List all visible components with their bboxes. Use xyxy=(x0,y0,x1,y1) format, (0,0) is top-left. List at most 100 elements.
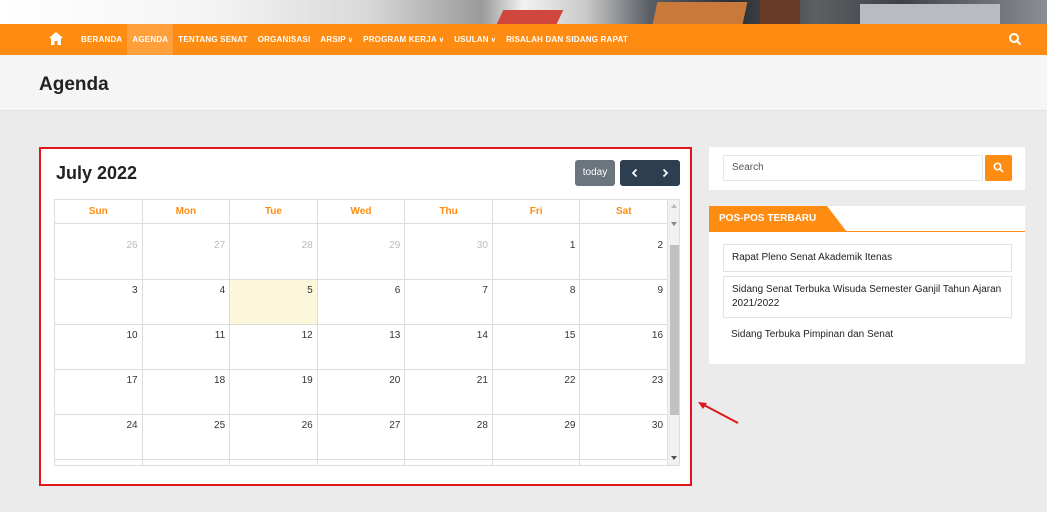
calendar-day[interactable]: 7 xyxy=(405,280,493,324)
day-number: 7 xyxy=(482,285,488,296)
calendar-day[interactable]: 25 xyxy=(143,415,231,459)
post-link[interactable]: Sidang Terbuka Pimpinan dan Senat xyxy=(723,322,1012,348)
chevron-down-icon: ∨ xyxy=(490,37,497,44)
prev-month-button[interactable] xyxy=(620,160,650,186)
day-number: 16 xyxy=(651,330,664,341)
calendar-day[interactable]: 1 xyxy=(493,224,581,279)
nav-menu: BERANDA AGENDA TENTANG SENAT ORGANISASI ARSI… xyxy=(76,24,633,55)
calendar-day[interactable]: 28 xyxy=(405,415,493,459)
search-input[interactable]: Search xyxy=(723,155,983,181)
calendar-day[interactable]: 15 xyxy=(493,325,581,369)
calendar-day[interactable]: 30 xyxy=(580,415,667,459)
calendar-day[interactable]: 11 xyxy=(143,325,231,369)
nav-item-label: USULAN xyxy=(454,35,489,44)
nav-item-organisasi[interactable]: ORGANISASI xyxy=(253,24,316,55)
calendar-day[interactable]: 3 xyxy=(318,460,406,465)
calendar-week-row: 3 4 5 6 7 8 9 xyxy=(55,280,667,325)
calendar-day[interactable]: 14 xyxy=(405,325,493,369)
day-of-week-header: Sun Mon Tue Wed Thu Fri Sat xyxy=(55,200,667,224)
home-icon[interactable] xyxy=(48,32,64,46)
nav-item-usulan[interactable]: USULAN ∨ xyxy=(449,24,501,55)
calendar-day[interactable]: 29 xyxy=(318,224,406,279)
day-header: Fri xyxy=(493,200,581,223)
calendar-day[interactable]: 6 xyxy=(580,460,667,465)
day-number: 23 xyxy=(651,375,664,386)
calendar-scrollbar[interactable] xyxy=(667,200,679,465)
calendar-day[interactable]: 31 xyxy=(55,460,143,466)
calendar-day[interactable]: 19 xyxy=(230,370,318,414)
day-number: 30 xyxy=(651,420,664,431)
day-number: 2 xyxy=(307,465,313,466)
day-number: 13 xyxy=(389,330,401,341)
day-header: Sat xyxy=(615,206,632,217)
calendar-day[interactable]: 12 xyxy=(230,325,318,369)
nav-item-arsip[interactable]: ARSIP ∨ xyxy=(315,24,358,55)
day-number: 27 xyxy=(214,240,226,251)
chevron-right-icon xyxy=(662,168,669,178)
day-header: Wed xyxy=(318,200,406,223)
calendar-day[interactable]: 27 xyxy=(318,415,406,459)
chevron-left-icon xyxy=(631,168,638,178)
calendar-day[interactable]: 26 xyxy=(230,415,318,459)
calendar-day[interactable]: 16 xyxy=(580,325,667,369)
calendar-day-today[interactable]: 5 xyxy=(230,280,318,324)
day-number: 31 xyxy=(126,465,137,466)
calendar-week-row: 24 25 26 27 28 29 30 xyxy=(55,415,667,460)
day-number: 19 xyxy=(301,375,313,386)
nav-item-label: TENTANG SENAT xyxy=(178,35,248,44)
search-icon[interactable] xyxy=(1008,32,1024,48)
calendar-month-title: July 2022 xyxy=(56,163,138,183)
calendar-day[interactable]: 4 xyxy=(143,280,231,324)
nav-item-agenda[interactable]: AGENDA xyxy=(127,24,174,55)
page-title: Agenda xyxy=(39,74,109,95)
nav-item-tentang-senat[interactable]: TENTANG SENAT xyxy=(173,24,252,55)
nav-item-label: BERANDA xyxy=(81,35,123,44)
calendar-day[interactable]: 10 xyxy=(55,325,143,369)
calendar-day[interactable]: 4 xyxy=(405,460,493,466)
day-number: 29 xyxy=(564,420,576,431)
day-number: 18 xyxy=(214,375,226,386)
day-number: 4 xyxy=(482,465,488,466)
day-number: 6 xyxy=(394,285,401,296)
calendar-day[interactable]: 29 xyxy=(493,415,581,459)
calendar-day[interactable]: 26 xyxy=(55,224,143,279)
calendar-day[interactable]: 27 xyxy=(143,224,231,279)
nav-item-risalah-dan-sidang-rapat[interactable]: RISALAH DAN SIDANG RAPAT xyxy=(501,24,633,55)
calendar-grid: Sun Mon Tue Wed Thu Fri Sat 26 27 28 29 30 1 2 3 4 5 6 7 8… xyxy=(54,199,680,466)
calendar-day[interactable]: 17 xyxy=(55,370,143,414)
calendar-day[interactable]: 5 xyxy=(493,460,581,465)
calendar-day[interactable]: 2 xyxy=(230,460,318,466)
calendar-day[interactable]: 20 xyxy=(318,370,406,414)
day-header: Tue xyxy=(230,200,318,223)
calendar-day[interactable]: 22 xyxy=(493,370,581,414)
calendar-day[interactable]: 1 xyxy=(143,460,231,465)
post-link[interactable]: Sidang Senat Terbuka Wisuda Semester Gan… xyxy=(723,276,1012,318)
next-month-button[interactable] xyxy=(650,160,680,186)
search-button[interactable] xyxy=(985,155,1012,181)
scrollbar-thumb[interactable] xyxy=(670,245,679,415)
calendar-day[interactable]: 2 xyxy=(580,224,667,279)
calendar-day[interactable]: 23 xyxy=(580,370,667,414)
calendar-day[interactable]: 9 xyxy=(580,280,667,324)
nav-item-label: ARSIP xyxy=(320,35,346,44)
chevron-down-icon: ∨ xyxy=(438,37,445,44)
calendar-day[interactable]: 24 xyxy=(55,415,143,459)
nav-item-program-kerja[interactable]: PROGRAM KERJA ∨ xyxy=(358,24,449,55)
day-number: 30 xyxy=(476,240,488,251)
calendar-day[interactable]: 13 xyxy=(318,325,406,369)
day-number: 3 xyxy=(132,285,138,296)
day-number: 26 xyxy=(126,240,138,251)
calendar-day[interactable]: 21 xyxy=(405,370,493,414)
calendar-day[interactable]: 3 xyxy=(55,280,143,324)
calendar-day[interactable]: 8 xyxy=(493,280,581,324)
day-number: 24 xyxy=(126,420,138,431)
day-number: 22 xyxy=(564,375,576,386)
calendar-day[interactable]: 6 xyxy=(318,280,406,324)
calendar-day[interactable]: 18 xyxy=(143,370,231,414)
calendar-day[interactable]: 28 xyxy=(230,224,318,279)
day-number: 5 xyxy=(307,285,313,296)
nav-item-beranda[interactable]: BERANDA xyxy=(76,24,127,55)
today-button[interactable]: today xyxy=(575,160,615,186)
calendar-day[interactable]: 30 xyxy=(405,224,493,279)
post-link[interactable]: Rapat Pleno Senat Akademik Itenas xyxy=(723,244,1012,272)
